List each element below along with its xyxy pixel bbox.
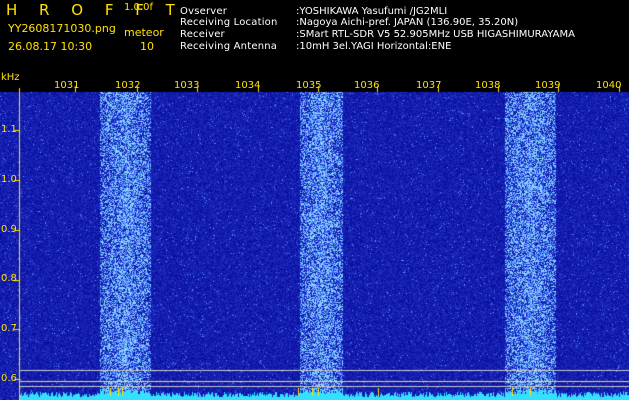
app-title: H R O F F T bbox=[6, 1, 184, 19]
info-key-location: Receiving Location bbox=[180, 17, 278, 28]
x-tick-label: 1031 bbox=[54, 80, 80, 91]
file-name: YY2608171030.png bbox=[8, 22, 116, 35]
y-tick-label: 0.6 bbox=[1, 373, 17, 384]
info-value-observer: :YOSHIKAWA Yasufumi /JG2MLI bbox=[296, 6, 448, 17]
y-axis-unit-label: kHz bbox=[1, 72, 20, 83]
x-tick-label: 1036 bbox=[354, 80, 380, 91]
x-tick-label: 1034 bbox=[235, 80, 261, 91]
app-version: 1.0.0f bbox=[124, 2, 153, 13]
info-value-antenna: :10mH 3el.YAGI Horizontal:ENE bbox=[296, 41, 452, 52]
y-tick-label: 1.0 bbox=[1, 174, 17, 185]
x-tick-label: 1040 bbox=[596, 80, 622, 91]
x-tick-label: 1035 bbox=[296, 80, 322, 91]
y-tick-label: 0.9 bbox=[1, 224, 17, 235]
y-tick-label: 1.1 bbox=[1, 124, 17, 135]
info-value-location: :Nagoya Aichi-pref. JAPAN (136.90E, 35.2… bbox=[296, 17, 519, 28]
mode-value: 10 bbox=[140, 40, 154, 53]
header-panel: H R O F F T 1.0.0f YY2608171030.png mete… bbox=[0, 0, 629, 70]
y-tick-label: 0.8 bbox=[1, 273, 17, 284]
spectrogram-waterfall bbox=[0, 70, 629, 400]
info-value-receiver: :SMart RTL-SDR V5 52.905MHz USB HIGASHIM… bbox=[296, 29, 575, 40]
y-tick-label: 0.7 bbox=[1, 323, 17, 334]
datetime: 26.08.17 10:30 bbox=[8, 40, 93, 53]
x-tick-label: 1032 bbox=[115, 80, 141, 91]
info-key-observer: Ovserver bbox=[180, 6, 228, 17]
info-key-receiver: Receiver bbox=[180, 29, 225, 40]
x-tick-label: 1039 bbox=[535, 80, 561, 91]
x-tick-label: 1037 bbox=[416, 80, 442, 91]
info-key-antenna: Receiving Antenna bbox=[180, 41, 278, 52]
x-tick-label: 1033 bbox=[174, 80, 200, 91]
x-tick-label: 1038 bbox=[475, 80, 501, 91]
mode-label: meteor bbox=[124, 26, 164, 39]
